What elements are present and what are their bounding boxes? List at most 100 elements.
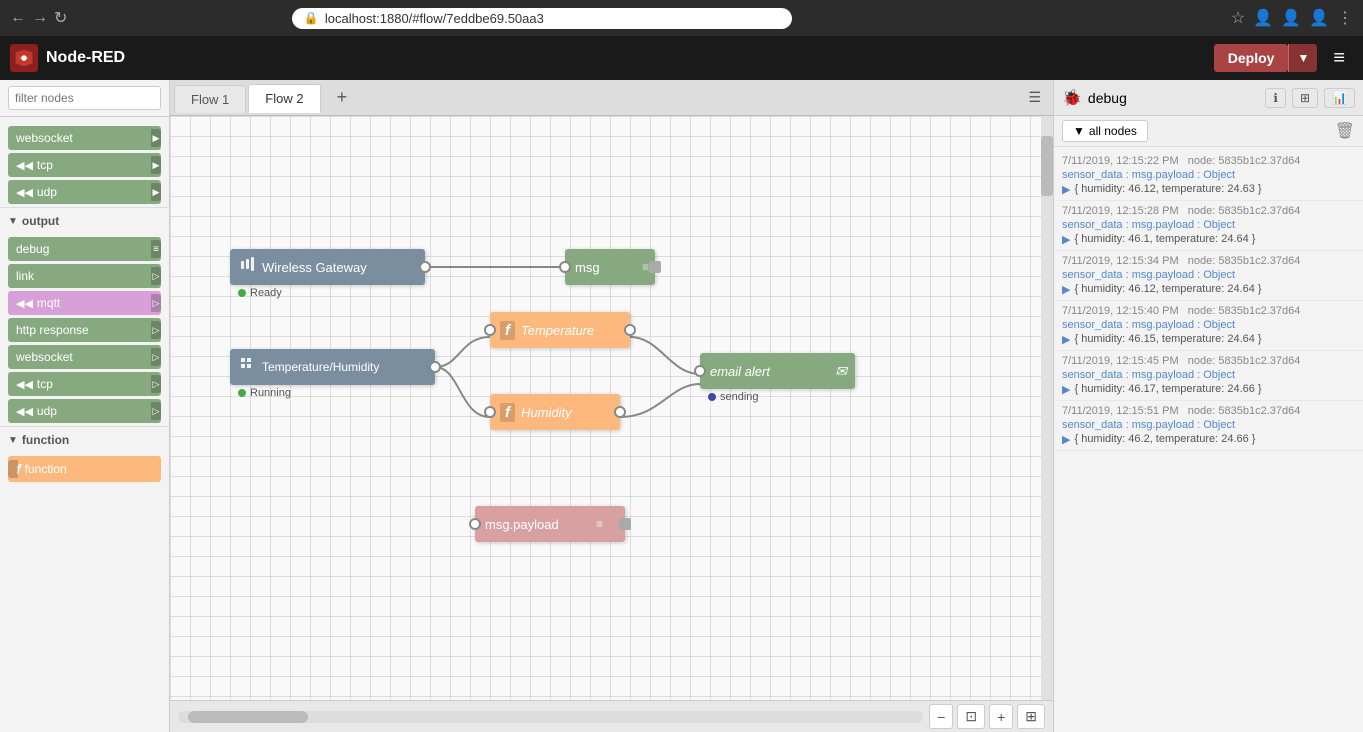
debug-clear-button[interactable]: 🗑	[1335, 121, 1355, 141]
temp-humidity-status: Running	[238, 387, 291, 399]
debug-msg-header-0: 7/11/2019, 12:15:22 PM node: 5835b1c2.37…	[1062, 155, 1355, 167]
node-item-udp-in[interactable]: ◀◀ udp ▶	[8, 180, 161, 204]
filter-nodes-container	[0, 80, 169, 117]
email-alert-left-port	[694, 365, 706, 377]
udp-in-right-port: ▶	[151, 183, 161, 201]
function-left-port	[8, 460, 18, 478]
tab-flow2[interactable]: Flow 2	[248, 84, 320, 113]
temp-humidity-icon	[240, 357, 256, 378]
debug-msg-body-5[interactable]: ▶ { humidity: 46.2, temperature: 24.66 }	[1062, 433, 1355, 446]
filter-icon: ▼	[1073, 124, 1085, 138]
debug-icon: 🐞	[1062, 88, 1082, 108]
msg-payload-right-output	[619, 518, 631, 530]
msg-payload-node[interactable]: msg.payload ≡	[475, 506, 625, 542]
temp-humidity-node[interactable]: Temperature/Humidity	[230, 349, 435, 385]
debug-msg-label-2: sensor_data : msg.payload : Object	[1062, 269, 1355, 281]
all-nodes-button[interactable]: ▼ all nodes	[1062, 120, 1148, 142]
zoom-out-button[interactable]: −	[929, 704, 953, 729]
msg-right-output	[649, 261, 661, 273]
node-item-udp-out[interactable]: ◀◀ udp ▷	[8, 399, 161, 423]
temperature-node[interactable]: f Temperature	[490, 312, 630, 348]
node-item-link[interactable]: link ▷	[8, 264, 161, 288]
temp-humidity-status-text: Running	[250, 387, 291, 399]
debug-filter-button[interactable]: ⊞	[1292, 88, 1318, 108]
debug-msg-content-3: { humidity: 46.15, temperature: 24.64 }	[1074, 333, 1261, 345]
debug-chart-button[interactable]: 📊	[1324, 88, 1355, 108]
wireless-gateway-status: Ready	[238, 287, 282, 299]
zoom-reset-button[interactable]: ⊡	[957, 704, 985, 729]
canvas-vertical-scroll[interactable]	[1041, 116, 1053, 700]
temperature-left-port	[484, 324, 496, 336]
node-item-websocket-in[interactable]: websocket ▶	[8, 126, 161, 150]
tab-menu-button[interactable]: ☰	[1020, 85, 1049, 110]
http-response-label: http response	[16, 323, 89, 337]
node-item-http-response[interactable]: http response ▷	[8, 318, 161, 342]
email-alert-node[interactable]: email alert ✉	[700, 353, 855, 389]
debug-msg-expand-4[interactable]: ▶	[1062, 383, 1070, 396]
debug-msg-expand-5[interactable]: ▶	[1062, 433, 1070, 446]
debug-msg-label-0: sensor_data : msg.payload : Object	[1062, 169, 1355, 181]
temperature-label: Temperature	[521, 323, 594, 338]
debug-msg-expand-0[interactable]: ▶	[1062, 183, 1070, 196]
hamburger-menu-button[interactable]: ≡	[1325, 43, 1353, 74]
humidity-right-port	[614, 406, 626, 418]
forward-button[interactable]: →	[32, 8, 48, 28]
canvas-horizontal-scrollbar[interactable]	[178, 711, 923, 723]
category-function[interactable]: ▼ function	[0, 426, 169, 453]
debug-msg-expand-3[interactable]: ▶	[1062, 333, 1070, 346]
node-item-websocket-out[interactable]: websocket ▷	[8, 345, 161, 369]
link-right-port: ▷	[151, 267, 161, 285]
debug-msg-body-1[interactable]: ▶ { humidity: 46.1, temperature: 24.64 }	[1062, 233, 1355, 246]
reload-button[interactable]: ↻	[54, 8, 67, 28]
canvas-scroll-thumb[interactable]	[1041, 136, 1053, 196]
add-tab-button[interactable]: +	[327, 83, 358, 112]
debug-info-button[interactable]: ℹ	[1265, 88, 1286, 108]
msg-menu-icon: ≡	[642, 260, 649, 274]
filter-nodes-input[interactable]	[8, 86, 161, 110]
lock-icon: 🔒	[304, 11, 319, 25]
websocket-out-label: websocket	[16, 350, 73, 364]
node-item-tcp-out[interactable]: ◀◀ tcp ▷	[8, 372, 161, 396]
wireless-gateway-label: Wireless Gateway	[262, 260, 367, 275]
debug-msg-body-4[interactable]: ▶ { humidity: 46.17, temperature: 24.66 …	[1062, 383, 1355, 396]
debug-msg-content-0: { humidity: 46.12, temperature: 24.63 }	[1074, 183, 1261, 195]
tab-flow2-label: Flow 2	[265, 91, 303, 106]
star-icon[interactable]: ☆	[1231, 8, 1245, 28]
mqtt-right-port: ▷	[151, 294, 161, 312]
mqtt-out-label: mqtt	[37, 296, 60, 310]
node-item-tcp-in[interactable]: ◀◀ tcp ▶	[8, 153, 161, 177]
category-output[interactable]: ▼ output	[0, 207, 169, 234]
debug-msg-expand-1[interactable]: ▶	[1062, 233, 1070, 246]
debug-msg-body-0[interactable]: ▶ { humidity: 46.12, temperature: 24.63 …	[1062, 183, 1355, 196]
debug-msg-label-4: sensor_data : msg.payload : Object	[1062, 369, 1355, 381]
msg-node[interactable]: msg ≡	[565, 249, 655, 285]
debug-message-3: 7/11/2019, 12:15:40 PM node: 5835b1c2.37…	[1054, 301, 1363, 351]
tab-flow1[interactable]: Flow 1	[174, 85, 246, 113]
humidity-node[interactable]: f Humidity	[490, 394, 620, 430]
debug-label: debug	[16, 242, 49, 256]
debug-msg-body-3[interactable]: ▶ { humidity: 46.15, temperature: 24.64 …	[1062, 333, 1355, 346]
deploy-dropdown-button[interactable]: ▼	[1288, 44, 1317, 72]
fit-view-button[interactable]: ⊞	[1017, 704, 1045, 729]
zoom-in-button[interactable]: +	[989, 704, 1013, 729]
settings-icon[interactable]: ⋮	[1337, 8, 1353, 28]
debug-msg-label-3: sensor_data : msg.payload : Object	[1062, 319, 1355, 331]
node-item-debug[interactable]: debug ≡	[8, 237, 161, 261]
msg-label: msg	[575, 260, 600, 275]
user-icon-1: 👤	[1253, 8, 1273, 28]
deploy-button[interactable]: Deploy	[1214, 44, 1289, 72]
back-button[interactable]: ←	[10, 8, 26, 28]
canvas-hscroll-thumb[interactable]	[188, 711, 308, 723]
debug-msg-body-2[interactable]: ▶ { humidity: 46.12, temperature: 24.64 …	[1062, 283, 1355, 296]
debug-msg-expand-2[interactable]: ▶	[1062, 283, 1070, 296]
wireless-gateway-node[interactable]: Wireless Gateway	[230, 249, 425, 285]
node-item-function[interactable]: f function	[8, 456, 161, 482]
output-arrow-icon: ▼	[8, 216, 18, 227]
output-label: output	[22, 214, 59, 228]
function-label: function	[22, 433, 69, 447]
node-item-mqtt-out[interactable]: ◀◀ mqtt ▷	[8, 291, 161, 315]
temperature-icon: f	[500, 321, 515, 340]
temp-humidity-label: Temperature/Humidity	[262, 360, 379, 374]
tab-flow1-label: Flow 1	[191, 92, 229, 107]
user-icon-3: 👤	[1309, 8, 1329, 28]
